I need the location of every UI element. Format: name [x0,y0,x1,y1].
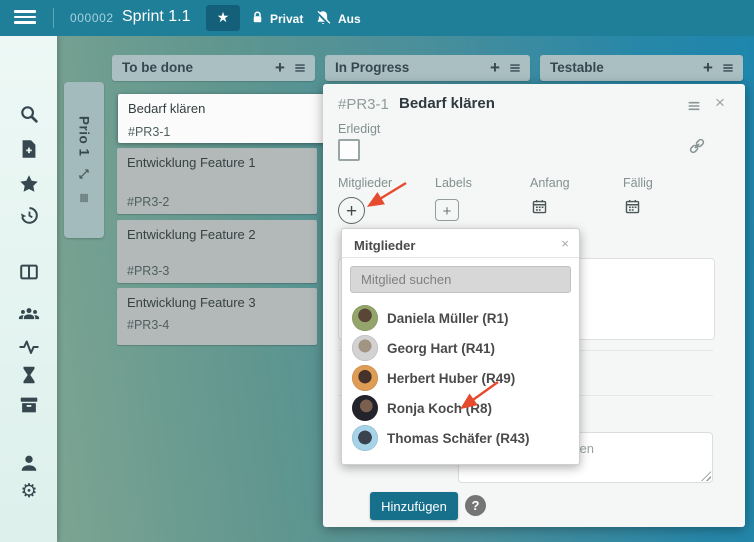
activity-pulse-icon[interactable] [18,336,40,358]
notifications-off-icon [314,9,332,27]
member-option[interactable]: Herbert Huber (R49) [352,363,569,393]
column-title: To be done [122,60,193,75]
done-label: Erledigt [338,122,381,136]
board-title: Sprint 1.1 [122,8,191,25]
app-topbar: 000002 Sprint 1.1 ★ Privat Aus [0,0,754,36]
card-open[interactable]: Bedarf klären #PR3-1 [118,94,330,143]
card-title: Entwicklung Feature 2 [127,227,256,242]
member-option[interactable]: Georg Hart (R41) [352,333,569,363]
add-card-button[interactable]: + [486,57,504,79]
member-avatar [352,305,378,331]
card-title: Entwicklung Feature 3 [127,295,256,310]
member-avatar [352,395,378,421]
card-title: Entwicklung Feature 1 [127,155,256,170]
topbar-divider [53,8,54,28]
add-card-button[interactable]: + [699,57,717,79]
menu-button[interactable] [14,10,36,26]
help-button[interactable]: ? [465,495,486,516]
member-option[interactable]: Daniela Müller (R1) [352,303,569,333]
column-header-todo[interactable]: To be done + [112,55,315,81]
search-icon[interactable] [18,103,40,125]
start-date-button[interactable] [531,198,548,215]
member-option[interactable]: Ronja Koch (R8) [352,393,569,423]
modal-card-title: Bedarf klären [399,95,495,112]
member-avatar [352,425,378,451]
notifications-label[interactable]: Aus [338,12,361,26]
members-popup: Mitglieder × Daniela Müller (R1) Georg H… [341,228,580,465]
archive-icon[interactable] [18,394,40,416]
starred-boards-icon[interactable] [18,173,40,195]
member-option[interactable]: Thomas Schäfer (R43) [352,423,569,453]
add-card-button[interactable]: + [271,57,289,79]
column-menu-button[interactable] [721,61,735,75]
labels-field-label: Labels [435,176,472,190]
card-feature2[interactable]: Entwicklung Feature 2 #PR3-3 [117,220,317,283]
add-member-button[interactable]: + [338,197,365,224]
board-columns-icon[interactable] [18,261,40,283]
hourglass-icon[interactable] [18,364,40,386]
add-document-icon[interactable] [18,138,40,160]
member-avatar [352,335,378,361]
privacy-label[interactable]: Privat [270,12,303,26]
card-number: #PR3-3 [127,264,170,278]
card-link-icon[interactable] [687,136,707,156]
popup-close-button[interactable]: × [561,236,569,251]
board-id: 000002 [70,11,114,25]
swimlane-menu-icon[interactable] [77,191,91,205]
swimlane-title: Prio 1 [76,116,92,157]
card-feature3[interactable]: Entwicklung Feature 3 #PR3-4 [117,288,317,345]
due-field-label: Fällig [623,176,653,190]
modal-menu-button[interactable] [685,98,703,114]
start-field-label: Anfang [530,176,570,190]
left-sidebar: ⚙ [0,36,57,542]
modal-card-number: #PR3-1 [338,96,389,113]
members-field-label: Mitglieder [338,176,393,190]
settings-gear-icon[interactable]: ⚙ [18,480,40,502]
modal-close-button[interactable]: × [715,93,725,113]
history-icon[interactable] [18,204,40,226]
column-menu-button[interactable] [293,61,307,75]
add-label-button[interactable]: + [435,199,459,221]
popup-divider [342,257,579,258]
column-menu-button[interactable] [508,61,522,75]
app-window: 000002 Sprint 1.1 ★ Privat Aus ⚙ Prio 1 … [0,0,754,542]
done-checkbox[interactable] [338,139,360,161]
star-toggle-button[interactable]: ★ [206,5,240,31]
member-search-input[interactable] [350,266,571,293]
card-feature1[interactable]: Entwicklung Feature 1 #PR3-2 [117,148,317,214]
member-avatar [352,365,378,391]
swimlane-header[interactable]: Prio 1 [64,82,104,238]
submit-comment-button[interactable]: Hinzufügen [370,492,458,520]
privacy-lock-icon [250,10,265,25]
members-popup-title: Mitglieder [354,238,416,253]
card-number: #PR3-2 [127,195,170,209]
collapse-swimlane-icon[interactable] [77,167,91,181]
column-title: Testable [550,60,604,75]
column-header-testable[interactable]: Testable + [540,55,743,81]
column-title: In Progress [335,60,410,75]
user-profile-icon[interactable] [18,452,40,474]
team-members-icon[interactable] [18,303,40,325]
due-date-button[interactable] [624,198,641,215]
card-number: #PR3-4 [127,318,170,332]
column-header-inprogress[interactable]: In Progress + [325,55,530,81]
card-title: Bedarf klären [128,101,206,116]
card-number: #PR3-1 [128,125,171,139]
member-list: Daniela Müller (R1) Georg Hart (R41) Her… [352,303,569,453]
